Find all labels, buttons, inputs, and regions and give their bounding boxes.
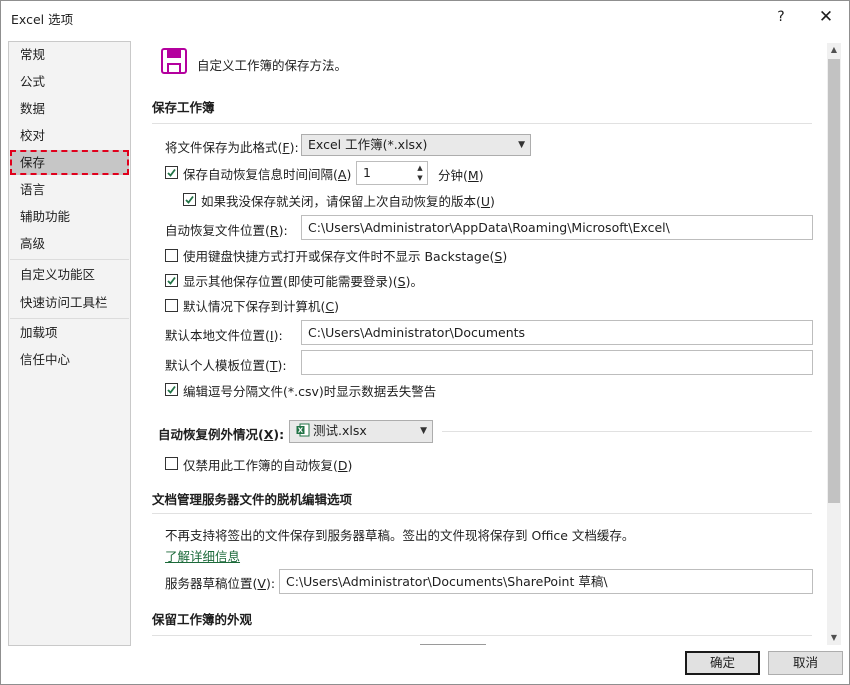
section-title-preserve-visual: 保留工作簿的外观	[152, 612, 253, 627]
learn-more-link[interactable]: 了解详细信息	[165, 546, 240, 565]
nav-item-language[interactable]: 语言	[10, 177, 129, 202]
minutes-label: 分钟(M)	[438, 168, 484, 183]
autorecover-location-input[interactable]: C:\Users\Administrator\AppData\Roaming\M…	[301, 215, 813, 240]
server-drafts-location-input[interactable]: C:\Users\Administrator\Documents\SharePo…	[279, 569, 813, 594]
vertical-scrollbar[interactable]: ▲ ▼	[827, 43, 841, 645]
autorecover-minutes-stepper[interactable]: 1 ▲ ▼	[356, 161, 428, 185]
section-divider	[152, 513, 812, 514]
section-title-save-workbooks: 保存工作簿	[152, 100, 215, 115]
partially-hidden-control	[420, 644, 486, 645]
nav-divider	[10, 318, 129, 319]
offline-notice-text: 不再支持将签出的文件保存到服务器草稿。签出的文件现将保存到 Office 文档缓…	[165, 528, 635, 543]
keep-last-autosaved-label: 如果我没保存就关闭，请保留上次自动恢复的版本(U)	[201, 194, 495, 209]
nav-item-advanced[interactable]: 高级	[10, 231, 129, 256]
nav-item-accessibility[interactable]: 辅助功能	[10, 204, 129, 229]
nav-item-formulas[interactable]: 公式	[10, 69, 129, 94]
help-button[interactable]: ?	[771, 7, 791, 27]
page-description: 自定义工作簿的保存方法。	[197, 58, 348, 73]
ok-button[interactable]: 确定	[685, 651, 760, 675]
save-options-panel: 自定义工作簿的保存方法。 保存工作簿 将文件保存为此格式(F): Excel 工…	[138, 41, 826, 646]
autorecover-exceptions-label: 自动恢复例外情况(X):	[158, 427, 285, 442]
nav-item-general[interactable]: 常规	[10, 42, 129, 67]
disable-autorecover-checkbox[interactable]	[165, 457, 178, 470]
autorecover-minutes-value: 1	[363, 165, 371, 180]
csv-warning-checkbox[interactable]	[165, 383, 178, 396]
section-divider	[152, 635, 812, 636]
chevron-down-icon: ▼	[518, 140, 525, 150]
close-button[interactable]: ✕	[815, 7, 837, 27]
nav-item-add-ins[interactable]: 加载项	[10, 320, 129, 345]
save-format-label: 将文件保存为此格式(F):	[165, 140, 299, 155]
spin-up-icon[interactable]: ▲	[415, 163, 425, 173]
save-floppy-icon	[160, 47, 188, 75]
excel-options-dialog: Excel 选项 ? ✕ 常规 公式 数据 校对 保存 语言 辅助功能 高级 自…	[0, 0, 850, 685]
scroll-down-icon[interactable]: ▼	[827, 631, 841, 645]
keep-last-autosaved-checkbox[interactable]	[183, 193, 196, 206]
csv-warning-label: 编辑逗号分隔文件(*.csv)时显示数据丢失警告	[183, 384, 437, 399]
category-nav: 常规 公式 数据 校对 保存 语言 辅助功能 高级 自定义功能区 快速访问工具栏…	[8, 41, 131, 646]
default-local-location-label: 默认本地文件位置(I):	[165, 328, 283, 343]
nav-item-quick-access-toolbar[interactable]: 快速访问工具栏	[10, 290, 129, 315]
scroll-up-icon[interactable]: ▲	[827, 43, 841, 57]
show-additional-places-checkbox[interactable]	[165, 274, 178, 287]
nav-item-proofing[interactable]: 校对	[10, 123, 129, 148]
autorecover-location-label: 自动恢复文件位置(R):	[165, 223, 288, 238]
autorecover-label: 保存自动恢复信息时间间隔(A)	[183, 167, 352, 182]
autorecover-workbook-dropdown[interactable]: X 测试.xlsx ▼	[289, 420, 433, 443]
save-format-value: Excel 工作簿(*.xlsx)	[308, 137, 428, 152]
nav-divider	[10, 259, 129, 260]
default-local-location-input[interactable]: C:\Users\Administrator\Documents	[301, 320, 813, 345]
excel-file-icon: X	[296, 423, 310, 437]
nav-item-data[interactable]: 数据	[10, 96, 129, 121]
nav-item-save[interactable]: 保存	[10, 150, 129, 175]
nav-item-customize-ribbon[interactable]: 自定义功能区	[10, 262, 129, 287]
spin-down-icon[interactable]: ▼	[415, 173, 425, 183]
server-drafts-location-label: 服务器草稿位置(V):	[165, 576, 276, 591]
cancel-button[interactable]: 取消	[768, 651, 843, 675]
autorecover-workbook-value: 测试.xlsx	[313, 423, 367, 438]
save-to-computer-label: 默认情况下保存到计算机(C)	[183, 299, 340, 314]
no-backstage-checkbox[interactable]	[165, 249, 178, 262]
show-additional-places-label: 显示其他保存位置(即使可能需要登录)(S)。	[183, 274, 423, 289]
section-title-offline-editing: 文档管理服务器文件的脱机编辑选项	[152, 492, 353, 507]
disable-autorecover-label: 仅禁用此工作簿的自动恢复(D)	[183, 458, 353, 473]
no-backstage-label: 使用键盘快捷方式打开或保存文件时不显示 Backstage(S)	[183, 249, 508, 264]
nav-item-trust-center[interactable]: 信任中心	[10, 347, 129, 372]
section-divider	[152, 123, 812, 124]
save-to-computer-checkbox[interactable]	[165, 299, 178, 312]
dialog-title: Excel 选项	[11, 12, 74, 27]
default-template-location-label: 默认个人模板位置(T):	[165, 358, 287, 373]
section-divider	[442, 431, 812, 432]
title-bar: Excel 选项 ? ✕	[1, 1, 849, 33]
chevron-down-icon: ▼	[420, 426, 427, 436]
save-format-dropdown[interactable]: Excel 工作簿(*.xlsx) ▼	[301, 134, 531, 156]
scrollbar-thumb[interactable]	[828, 59, 840, 503]
default-template-location-input[interactable]	[301, 350, 813, 375]
svg-text:X: X	[298, 427, 304, 435]
autorecover-checkbox[interactable]	[165, 166, 178, 179]
